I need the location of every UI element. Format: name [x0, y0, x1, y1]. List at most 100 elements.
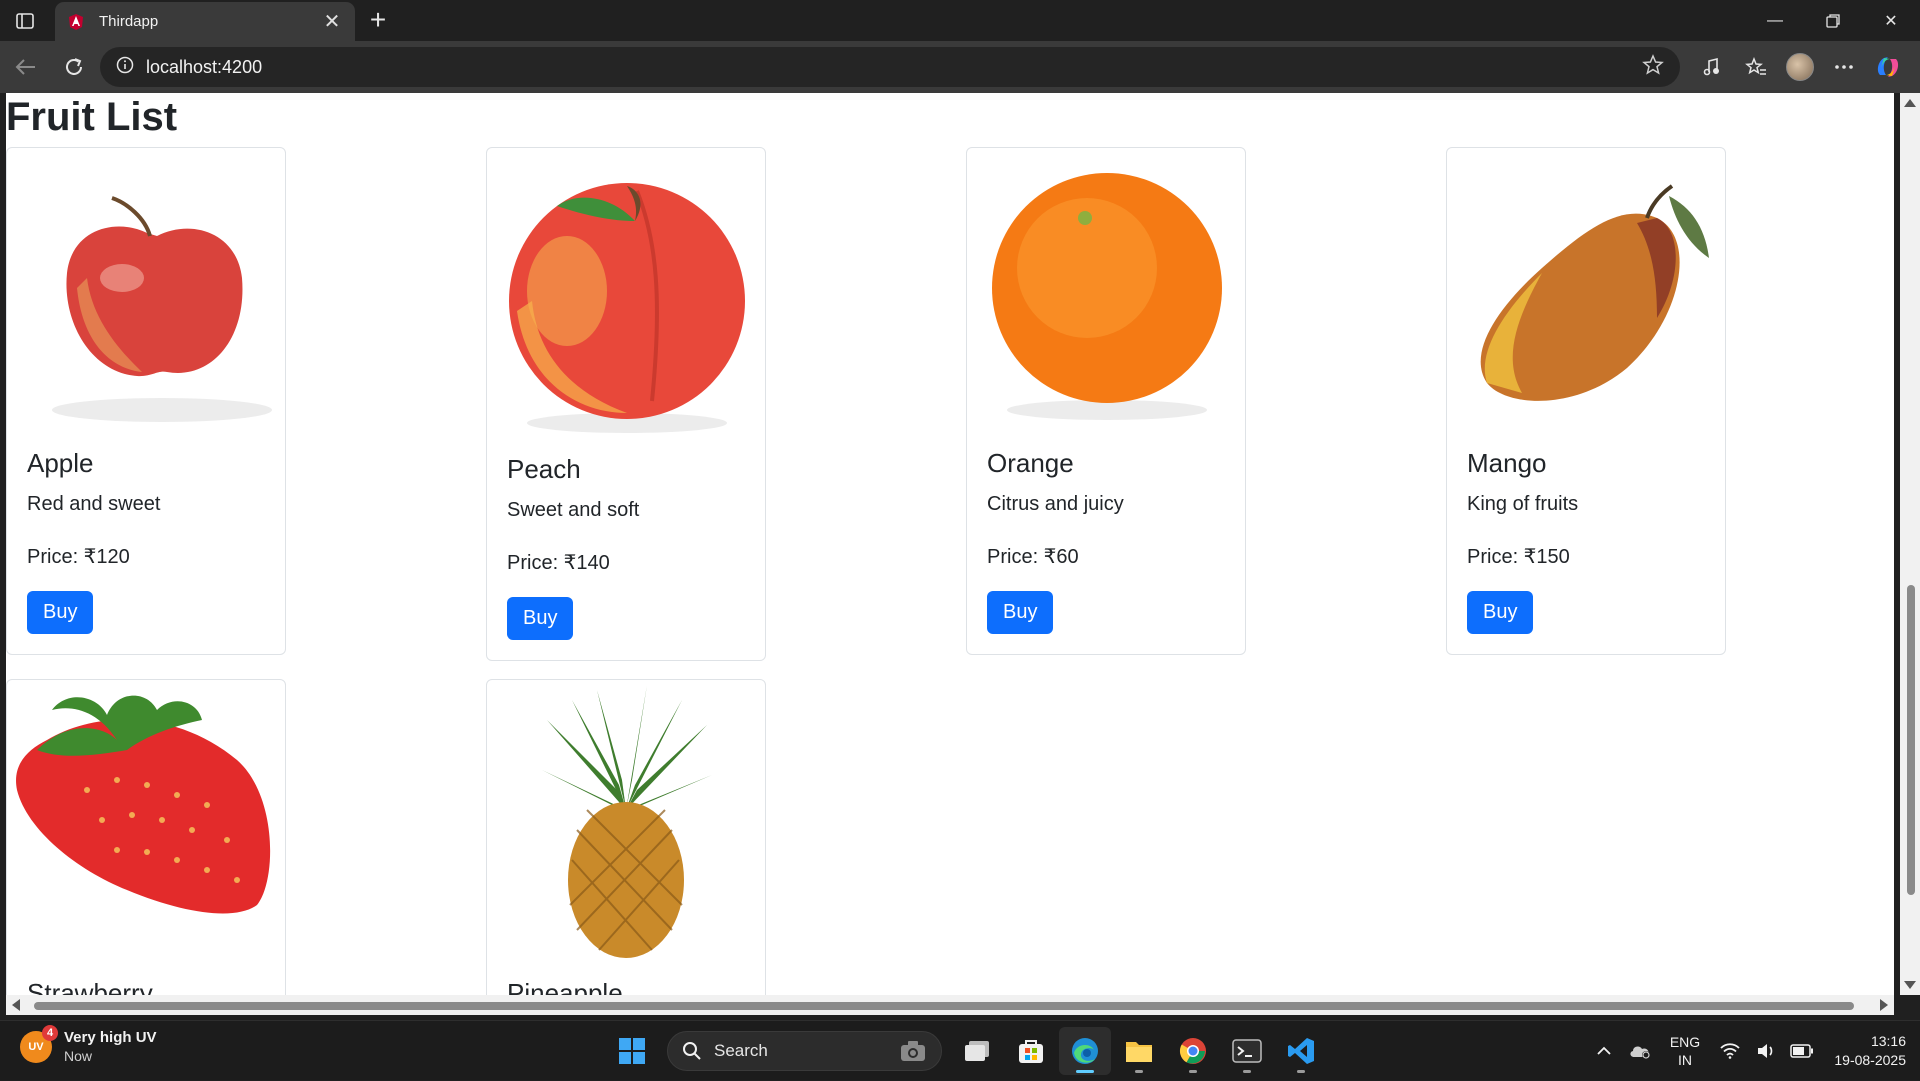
pineapple-image [542, 685, 712, 958]
battery-icon[interactable] [1784, 1031, 1820, 1071]
taskbar-apps: Search [605, 1027, 1328, 1075]
fruit-card-strawberry: Strawberry [6, 679, 286, 995]
taskbar: UV 4 Very high UV Now Search ENG IN 13:1… [0, 1020, 1920, 1080]
scroll-down-arrow-icon[interactable] [1904, 981, 1916, 989]
fruit-card-peach: Peach Sweet and soft Price: ₹140 Buy [486, 147, 766, 661]
buy-button[interactable]: Buy [1467, 591, 1534, 634]
running-indicator [1243, 1070, 1251, 1073]
url-text: localhost:4200 [146, 56, 263, 77]
fruit-price: Price: ₹120 [27, 546, 130, 568]
search-icon [683, 1042, 701, 1060]
window-controls: — ✕ [1746, 0, 1920, 41]
refresh-icon[interactable] [52, 47, 96, 87]
back-arrow-icon[interactable] [4, 47, 48, 87]
tab-title: Thirdapp [99, 13, 159, 30]
new-tab-icon[interactable]: + [364, 6, 392, 34]
file-explorer-icon[interactable] [1113, 1027, 1165, 1075]
task-view-icon[interactable] [951, 1027, 1003, 1075]
running-indicator [1297, 1070, 1305, 1073]
close-window-icon[interactable]: ✕ [1862, 0, 1920, 41]
favorites-icon[interactable] [1734, 47, 1778, 87]
fruit-card-mango: Mango King of fruits Price: ₹150 Buy [1446, 147, 1726, 655]
site-info-icon[interactable] [116, 56, 134, 79]
fruit-name: Orange [987, 448, 1074, 478]
language-code: ENG [1669, 1034, 1701, 1050]
buy-button[interactable]: Buy [27, 591, 94, 634]
vertical-scrollbar[interactable] [1900, 93, 1920, 995]
active-indicator [1076, 1070, 1094, 1073]
input-language[interactable]: ENG IN [1658, 1033, 1712, 1069]
fruit-name: Peach [507, 454, 581, 484]
fruit-name: Pineapple [507, 978, 623, 995]
horizontal-scroll-thumb[interactable] [34, 1002, 1854, 1010]
uv-abbr: UV [28, 1040, 44, 1053]
wifi-icon[interactable] [1712, 1031, 1748, 1071]
buy-button[interactable]: Buy [507, 597, 574, 640]
weather-title: Very high UV [64, 1029, 157, 1046]
peach-image [509, 183, 745, 433]
address-bar[interactable]: localhost:4200 [100, 47, 1680, 87]
camera-search-icon [901, 1041, 925, 1061]
fruit-description: Red and sweet [27, 493, 161, 515]
running-indicator [1135, 1070, 1143, 1073]
system-clock[interactable]: 13:16 19-08-2025 [1820, 1032, 1920, 1070]
region-code: IN [1678, 1052, 1692, 1068]
system-tray: ENG IN 13:16 19-08-2025 [1586, 1021, 1920, 1081]
terminal-icon[interactable] [1221, 1027, 1273, 1075]
copilot-icon[interactable] [1866, 47, 1910, 87]
taskbar-search-box[interactable]: Search [667, 1031, 942, 1071]
scroll-left-arrow-icon[interactable] [12, 999, 20, 1011]
clock-date: 19-08-2025 [1834, 1052, 1906, 1068]
weather-subtitle: Now [64, 1048, 93, 1064]
microsoft-store-icon[interactable] [1005, 1027, 1057, 1075]
volume-icon[interactable] [1748, 1031, 1784, 1071]
clock-time: 13:16 [1870, 1033, 1906, 1049]
restore-icon[interactable] [1804, 0, 1862, 41]
tab-close-icon[interactable]: ✕ [321, 9, 343, 34]
fruit-card-apple: Apple Red and sweet Price: ₹120 Buy [6, 147, 286, 655]
running-indicator [1189, 1070, 1197, 1073]
chevron-up-icon[interactable] [1586, 1031, 1622, 1071]
strawberry-image [16, 695, 271, 914]
fruit-card-pineapple: Pineapple [486, 679, 766, 995]
more-options-icon[interactable] [1822, 47, 1866, 87]
apple-image [52, 196, 272, 422]
search-label: Search [714, 1041, 768, 1060]
fruit-price: Price: ₹150 [1467, 546, 1570, 568]
weather-widget[interactable]: UV 4 Very high UV Now [20, 1024, 157, 1064]
vertical-scroll-thumb[interactable] [1907, 585, 1915, 895]
chrome-icon[interactable] [1167, 1027, 1219, 1075]
browser-titlebar: Thirdapp ✕ + — ✕ [0, 0, 1920, 41]
media-control-icon[interactable] [1690, 47, 1734, 87]
sidebar-toggle-icon[interactable] [0, 0, 50, 41]
page-title: Fruit List [6, 95, 178, 139]
onedrive-sync-icon[interactable] [1622, 1031, 1658, 1071]
fruit-name: Mango [1467, 448, 1547, 478]
fruit-name: Apple [27, 448, 94, 478]
orange-image [992, 173, 1222, 420]
edge-browser-icon[interactable] [1059, 1027, 1111, 1075]
fruit-description: Sweet and soft [507, 499, 640, 521]
angular-favicon-icon [67, 13, 85, 31]
browser-tab-active[interactable]: Thirdapp ✕ [55, 2, 355, 41]
page-viewport: Fruit List Apple Red and sweet Price: ₹1… [6, 93, 1894, 995]
notification-badge: 4 [42, 1024, 58, 1041]
toolbar-icons [1690, 47, 1910, 87]
browser-toolbar: localhost:4200 [0, 41, 1920, 93]
fruit-price: Price: ₹60 [987, 546, 1079, 568]
profile-avatar[interactable] [1778, 47, 1822, 87]
buy-button[interactable]: Buy [987, 591, 1054, 634]
scroll-right-arrow-icon[interactable] [1880, 999, 1888, 1011]
fruit-description: Citrus and juicy [987, 493, 1124, 515]
avatar [1786, 53, 1814, 81]
start-button-windows-icon[interactable] [606, 1027, 658, 1075]
fruit-card-orange: Orange Citrus and juicy Price: ₹60 Buy [966, 147, 1246, 655]
minimize-icon[interactable]: — [1746, 0, 1804, 41]
scroll-up-arrow-icon[interactable] [1904, 99, 1916, 107]
fruit-description: King of fruits [1467, 493, 1579, 515]
vscode-icon[interactable] [1275, 1027, 1327, 1075]
horizontal-scrollbar[interactable] [6, 995, 1894, 1015]
favorite-star-icon[interactable] [1642, 53, 1664, 81]
mango-image [1480, 184, 1709, 401]
uv-sun-icon: UV 4 [20, 1024, 58, 1063]
